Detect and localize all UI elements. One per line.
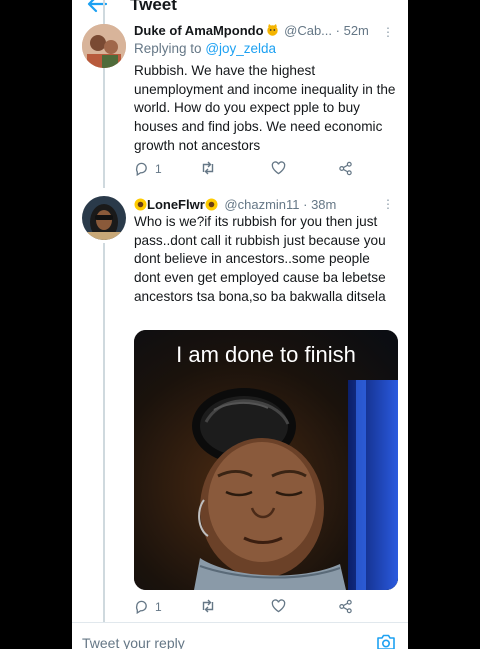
thread-line xyxy=(103,243,105,623)
more-icon[interactable]: ⋮ xyxy=(382,26,394,38)
replying-to-label: Replying to xyxy=(134,41,202,56)
reply-count: 1 xyxy=(155,161,162,176)
tweet-text: Rubbish. We have the highest unemploymen… xyxy=(134,63,396,153)
share-button[interactable] xyxy=(338,161,353,176)
like-icon xyxy=(271,161,286,175)
share-icon xyxy=(339,161,352,176)
user-handle[interactable]: @chazmin11 xyxy=(224,197,299,212)
reply-icon xyxy=(135,162,147,176)
like-button[interactable] xyxy=(271,599,286,613)
user-handle[interactable]: @Cab... xyxy=(284,23,332,38)
camera-icon[interactable] xyxy=(376,633,396,649)
like-icon xyxy=(271,599,286,613)
reply-count: 1 xyxy=(155,599,162,614)
thread-line xyxy=(103,68,105,188)
retweet-button[interactable] xyxy=(200,161,216,175)
avatar[interactable] xyxy=(82,196,126,240)
reply-input[interactable]: Tweet your reply xyxy=(82,635,185,649)
timestamp[interactable]: · 52m xyxy=(336,23,369,38)
tweet-text: Who is we?if its rubbish for you then ju… xyxy=(134,214,386,304)
display-name[interactable]: Duke of AmaMpondo xyxy=(134,23,264,38)
reply-composer[interactable]: Tweet your reply xyxy=(72,622,408,649)
thread-line xyxy=(103,0,105,24)
reply-icon xyxy=(135,600,147,614)
tweet-actions: 1 xyxy=(134,599,374,617)
avatar[interactable] xyxy=(82,24,126,68)
retweet-icon xyxy=(202,599,214,613)
meme-caption: I am done to finish xyxy=(176,342,356,367)
page-title: Tweet xyxy=(130,0,177,14)
timestamp[interactable]: · 38m xyxy=(303,197,336,212)
replying-to-handle[interactable]: @joy_zelda xyxy=(205,41,276,56)
share-button[interactable] xyxy=(338,599,353,614)
tweet-header: Duke of AmaMpondo @Cab... · 52m xyxy=(134,23,369,38)
tweet-header: LoneFlwr @chazmin11 · 38m xyxy=(134,197,336,212)
sunflower-emoji-icon xyxy=(205,198,218,211)
reply-button[interactable]: 1 xyxy=(134,599,162,614)
retweet-icon xyxy=(202,161,214,175)
retweet-button[interactable] xyxy=(200,599,216,613)
display-name[interactable]: LoneFlwr xyxy=(147,197,205,212)
like-button[interactable] xyxy=(271,161,286,175)
sunflower-emoji-icon xyxy=(134,198,147,211)
reply-button[interactable]: 1 xyxy=(134,161,162,176)
more-icon[interactable]: ⋮ xyxy=(382,198,394,210)
pouting-cat-emoji-icon xyxy=(266,24,279,36)
tweet-actions: 1 xyxy=(134,161,374,179)
top-bar: Tweet xyxy=(72,0,408,16)
share-icon xyxy=(339,599,352,614)
phone-screen: Tweet Duke of AmaMpondo @Cab... · 52m ⋮ … xyxy=(72,0,408,649)
tweet-media-image[interactable]: I am done to finish xyxy=(134,330,398,590)
replying-to: Replying to @joy_zelda xyxy=(134,41,276,56)
